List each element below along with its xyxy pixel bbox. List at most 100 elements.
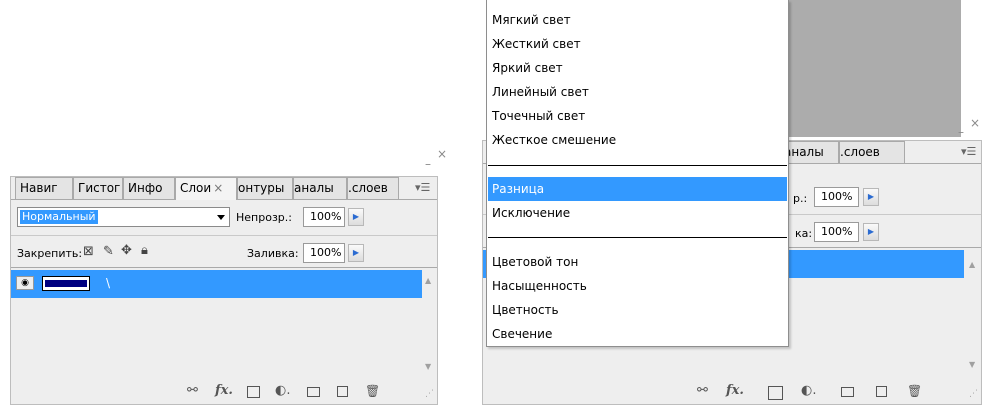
lock-transparency-icon[interactable]: ⊠ bbox=[83, 244, 94, 259]
tab-info[interactable]: Инфо bbox=[123, 177, 175, 199]
scroll-down-icon[interactable]: ▼ bbox=[425, 362, 431, 371]
fill-label: ка: bbox=[795, 227, 813, 240]
dropdown-separator bbox=[488, 165, 787, 166]
mask-icon[interactable] bbox=[247, 386, 260, 398]
dropdown-item-color[interactable]: Цветность bbox=[488, 298, 787, 322]
item-label: Исключение bbox=[492, 206, 571, 220]
minimize-icon[interactable]: – bbox=[425, 158, 431, 170]
panel-footer: ⚯ fx. ◐. 🗑︎ ⋰ bbox=[483, 383, 981, 403]
layer-name[interactable]: \ bbox=[106, 276, 110, 290]
item-label: Мягкий свет bbox=[492, 13, 571, 27]
opacity-slider-button[interactable]: ▶ bbox=[348, 208, 364, 226]
scroll-down-icon[interactable]: ▼ bbox=[969, 360, 975, 369]
resize-grip-icon[interactable]: ⋰ bbox=[425, 389, 434, 399]
dropdown-item-saturation[interactable]: Насыщенность bbox=[488, 274, 787, 298]
item-label: Линейный свет bbox=[492, 85, 589, 99]
fill-value: 100% bbox=[310, 246, 342, 259]
eye-icon[interactable]: ◉ bbox=[16, 276, 34, 290]
panel-footer: ⚯ fx. ◐. 🗑︎ ⋰ bbox=[11, 383, 437, 403]
tab-bar: аналы .слоев bbox=[783, 141, 913, 163]
dropdown-item-hard-light[interactable]: Жесткий свет bbox=[488, 32, 787, 56]
tab-channels[interactable]: аналы bbox=[293, 177, 347, 199]
new-layer-icon[interactable] bbox=[337, 386, 348, 397]
dropdown-item-exclusion[interactable]: Исключение bbox=[488, 201, 787, 225]
tab-label: Гистог bbox=[78, 181, 121, 195]
panel-menu-icon[interactable]: ▾☰ bbox=[415, 181, 430, 194]
trash-icon[interactable]: 🗑︎ bbox=[907, 383, 922, 399]
lock-pixels-icon[interactable]: ✎ bbox=[103, 244, 114, 259]
tab-layer-comps[interactable]: .слоев bbox=[839, 141, 905, 163]
dropdown-item-hue[interactable]: Цветовой тон bbox=[488, 250, 787, 274]
dropdown-item-hard-mix[interactable]: Жесткое смешение bbox=[488, 128, 787, 152]
fill-value: 100% bbox=[821, 225, 853, 238]
layers-scrollbar[interactable]: ▲ ▼ bbox=[422, 268, 437, 378]
lock-all-icon[interactable]: 🔒︎ bbox=[141, 243, 148, 258]
tab-label: .слоев bbox=[840, 145, 880, 159]
tab-label: онтуры bbox=[238, 181, 285, 195]
tab-close-icon[interactable]: × bbox=[213, 181, 223, 195]
tab-channels[interactable]: аналы bbox=[783, 141, 839, 163]
blend-mode-value: Нормальный bbox=[20, 210, 98, 224]
adjustment-icon[interactable]: ◐. bbox=[801, 383, 816, 399]
opacity-input[interactable]: 100% bbox=[303, 207, 345, 227]
scroll-up-icon[interactable]: ▲ bbox=[425, 276, 431, 285]
item-label: Цветовой тон bbox=[492, 255, 579, 269]
fill-slider-button[interactable]: ▶ bbox=[863, 223, 879, 241]
tab-layer-comps[interactable]: .слоев bbox=[347, 177, 399, 199]
layers-list: ◉ \ bbox=[11, 268, 422, 378]
dropdown-item-vivid-light[interactable]: Яркий свет bbox=[488, 56, 787, 80]
mask-icon[interactable] bbox=[768, 386, 783, 400]
tab-layers[interactable]: Слои × bbox=[175, 177, 237, 200]
lock-label: Закрепить: bbox=[17, 247, 83, 260]
link-icon[interactable]: ⚯ bbox=[697, 383, 708, 399]
item-label: Насыщенность bbox=[492, 279, 587, 293]
close-icon[interactable]: × bbox=[437, 148, 447, 160]
dropdown-item-linear-light[interactable]: Линейный свет bbox=[488, 80, 787, 104]
opacity-input[interactable]: 100% bbox=[814, 187, 859, 207]
layers-panel-body-left: Навиг Гистог Инфо Слои × онтуры аналы .сл… bbox=[10, 176, 438, 405]
folder-icon[interactable] bbox=[841, 387, 854, 397]
dropdown-item-soft-light[interactable]: Мягкий свет bbox=[488, 8, 787, 32]
opacity-slider-button[interactable]: ▶ bbox=[863, 188, 879, 206]
tab-label: .слоев bbox=[348, 181, 388, 195]
tab-bar: Навиг Гистог Инфо Слои × онтуры аналы .сл… bbox=[15, 177, 405, 200]
item-label: Разница bbox=[492, 182, 545, 196]
row-divider bbox=[11, 235, 437, 236]
tab-label: Слои bbox=[180, 181, 212, 195]
tab-label: Навиг bbox=[20, 181, 58, 195]
fill-label: Заливка: bbox=[247, 247, 299, 260]
blend-mode-select[interactable]: Нормальный bbox=[17, 207, 230, 227]
adjustment-icon[interactable]: ◐. bbox=[275, 383, 290, 399]
scroll-up-icon[interactable]: ▲ bbox=[969, 260, 975, 269]
tab-label: аналы bbox=[784, 145, 824, 159]
item-label: Свечение bbox=[492, 327, 553, 341]
item-label: Жесткий свет bbox=[492, 37, 581, 51]
fx-icon[interactable]: fx. bbox=[215, 383, 233, 399]
new-layer-icon[interactable] bbox=[876, 386, 887, 397]
tab-histogram[interactable]: Гистог bbox=[73, 177, 123, 199]
minimize-icon[interactable]: – bbox=[958, 126, 964, 138]
tab-paths[interactable]: онтуры bbox=[237, 177, 293, 199]
dropdown-separator bbox=[488, 237, 787, 238]
dropdown-item-pin-light[interactable]: Точечный свет bbox=[488, 104, 787, 128]
layers-scrollbar[interactable]: ▲ ▼ bbox=[966, 248, 981, 376]
tab-label: Инфо bbox=[128, 181, 163, 195]
fill-slider-button[interactable]: ▶ bbox=[348, 244, 364, 262]
fill-input[interactable]: 100% bbox=[303, 243, 345, 263]
link-icon[interactable]: ⚯ bbox=[187, 383, 198, 399]
fill-input[interactable]: 100% bbox=[814, 222, 859, 242]
blend-mode-dropdown: Мягкий свет Жесткий свет Яркий свет Лине… bbox=[486, 0, 789, 347]
panel-menu-icon[interactable]: ▾☰ bbox=[961, 145, 976, 158]
tab-navigator[interactable]: Навиг bbox=[15, 177, 73, 199]
dropdown-item-luminosity[interactable]: Свечение bbox=[488, 322, 787, 346]
lock-position-icon[interactable]: ✥ bbox=[121, 243, 132, 258]
resize-grip-icon[interactable]: ⋰ bbox=[969, 389, 978, 399]
layer-row[interactable]: ◉ \ bbox=[11, 270, 422, 298]
opacity-value: 100% bbox=[310, 210, 342, 223]
dropdown-item-difference[interactable]: Разница bbox=[488, 177, 787, 201]
close-icon[interactable]: × bbox=[970, 117, 980, 129]
trash-icon[interactable]: 🗑︎ bbox=[365, 383, 380, 399]
folder-icon[interactable] bbox=[307, 387, 320, 397]
fx-icon[interactable]: fx. bbox=[726, 383, 744, 399]
opacity-value: 100% bbox=[821, 190, 853, 203]
